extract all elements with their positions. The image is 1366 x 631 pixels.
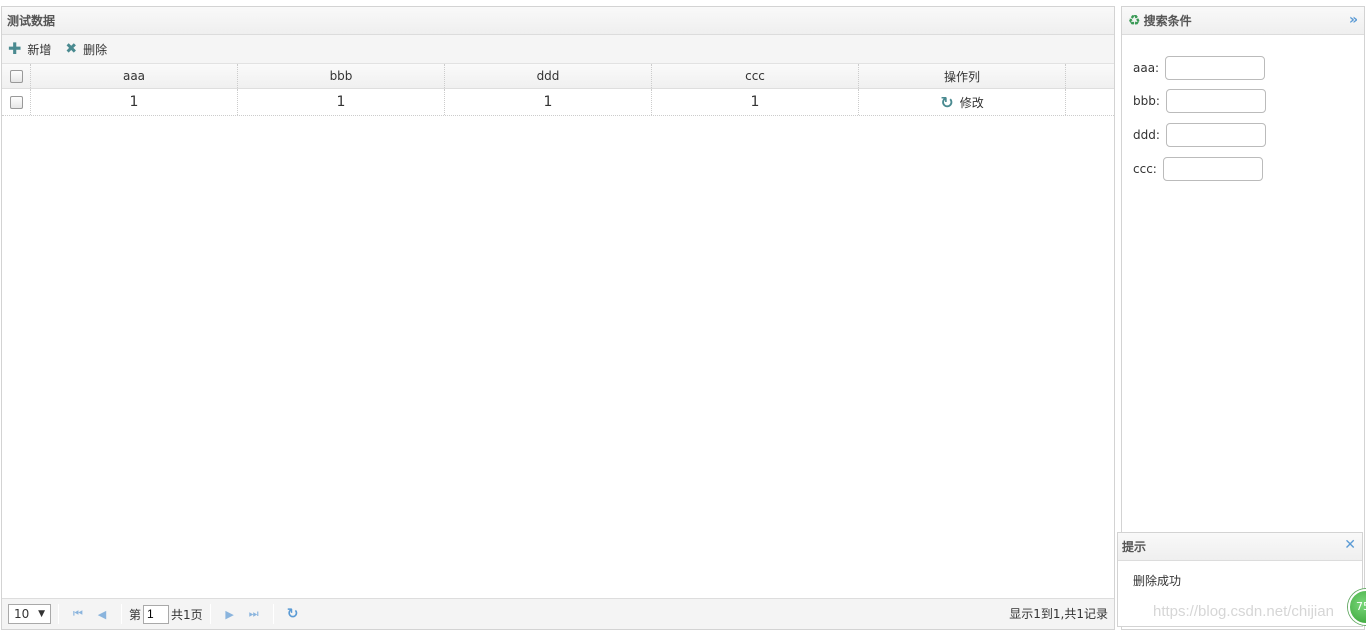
pager-divider [58, 604, 59, 624]
collapse-icon[interactable]: » [1349, 12, 1358, 28]
column-header-ccc[interactable]: ccc [652, 64, 859, 88]
close-icon: ✖ [65, 41, 78, 57]
refresh-icon: ↻ [940, 92, 954, 112]
edit-button[interactable]: ↻ 修改 [940, 93, 983, 112]
search-field-bbb: bbb: [1133, 89, 1266, 113]
plus-icon: ✚ [8, 39, 22, 58]
row-select-cell [2, 89, 31, 115]
table-row[interactable]: 1 1 1 1 ↻ 修改 [2, 89, 1114, 116]
cell-bbb: 1 [238, 89, 445, 115]
search-field-ccc: ccc: [1133, 157, 1263, 181]
column-header-ddd[interactable]: ddd [445, 64, 652, 88]
search-field-ddd: ddd: [1133, 123, 1266, 147]
cell-aaa: 1 [31, 89, 238, 115]
watermark: https://blog.csdn.net/chijian [1153, 603, 1334, 620]
pager-divider [209, 604, 211, 624]
total-pages: 共1页 [171, 607, 203, 622]
select-all-checkbox[interactable] [9, 69, 23, 83]
cell-actions: ↻ 修改 [859, 89, 1066, 115]
search-input-aaa[interactable] [1165, 56, 1266, 80]
page-size-select[interactable]: 10 ▼ [8, 604, 51, 624]
first-page-icon: ⏮ [73, 607, 83, 620]
search-field-aaa: aaa: [1133, 56, 1266, 80]
cell-ccc: 1 [652, 89, 859, 115]
search-label-ccc: ccc: [1133, 162, 1157, 176]
column-header-aaa[interactable]: aaa [31, 64, 238, 88]
select-all-cell [2, 64, 31, 88]
prev-page-icon: ◀ [97, 607, 107, 621]
grid-header-row: aaa bbb ddd ccc 操作列 [2, 64, 1114, 89]
search-panel-title: 搜索条件 [1143, 14, 1192, 28]
page-size-value: 10 [14, 607, 30, 621]
pager-divider [272, 604, 274, 624]
data-grid: aaa bbb ddd ccc 操作列 1 1 1 1 ↻ 修改 [2, 64, 1114, 116]
reload-icon: ↻ [286, 606, 299, 622]
cell-ddd: 1 [445, 89, 652, 115]
next-page-icon: ▶ [225, 607, 234, 621]
search-input-ccc[interactable] [1162, 157, 1263, 181]
last-page-button[interactable]: ⏭ [245, 605, 263, 623]
row-checkbox[interactable] [9, 95, 23, 109]
search-label-aaa: aaa: [1133, 61, 1160, 75]
reload-button[interactable]: ↻ [284, 605, 302, 623]
column-header-actions: 操作列 [859, 64, 1066, 88]
data-grid-panel: 测试数据 ✚ 新增 ✖ 删除 aaa bbb ddd ccc 操作列 1 1 1… [1, 6, 1115, 630]
edit-button-label: 修改 [959, 95, 984, 110]
page-prefix: 第 [129, 607, 142, 622]
pagination-bar: 10 ▼ ⏮ ◀ 第 共1页 ▶ ⏭ ↻ 显示1到1,共1记录 [2, 598, 1114, 629]
toast-title: 提示 [1118, 533, 1362, 561]
search-input-ddd[interactable] [1165, 123, 1266, 147]
pager-divider [121, 604, 122, 624]
add-button-label: 新增 [27, 42, 52, 57]
add-button[interactable]: ✚ 新增 [8, 41, 51, 58]
close-icon[interactable]: ✕ [1344, 537, 1356, 553]
first-page-button[interactable]: ⏮ [69, 605, 87, 623]
prev-page-button[interactable]: ◀ [93, 605, 111, 623]
delete-button[interactable]: ✖ 删除 [65, 41, 107, 58]
pager-info: 显示1到1,共1记录 [1009, 607, 1108, 621]
current-page-input[interactable] [143, 604, 170, 624]
grid-toolbar: ✚ 新增 ✖ 删除 [2, 35, 1114, 64]
panel-title: 测试数据 [2, 7, 1114, 35]
search-label-ddd: ddd: [1133, 128, 1160, 142]
toast-message: 删除成功 [1133, 574, 1182, 588]
caret-down-icon: ▼ [38, 609, 45, 619]
delete-button-label: 删除 [83, 42, 108, 57]
search-label-bbb: bbb: [1133, 94, 1160, 108]
refresh-icon: ♻ [1128, 12, 1141, 29]
search-panel-header: ♻ 搜索条件 [1122, 7, 1364, 35]
last-page-icon: ⏭ [248, 607, 259, 620]
search-input-bbb[interactable] [1165, 89, 1266, 113]
column-header-bbb[interactable]: bbb [238, 64, 445, 88]
next-page-button[interactable]: ▶ [221, 605, 239, 623]
